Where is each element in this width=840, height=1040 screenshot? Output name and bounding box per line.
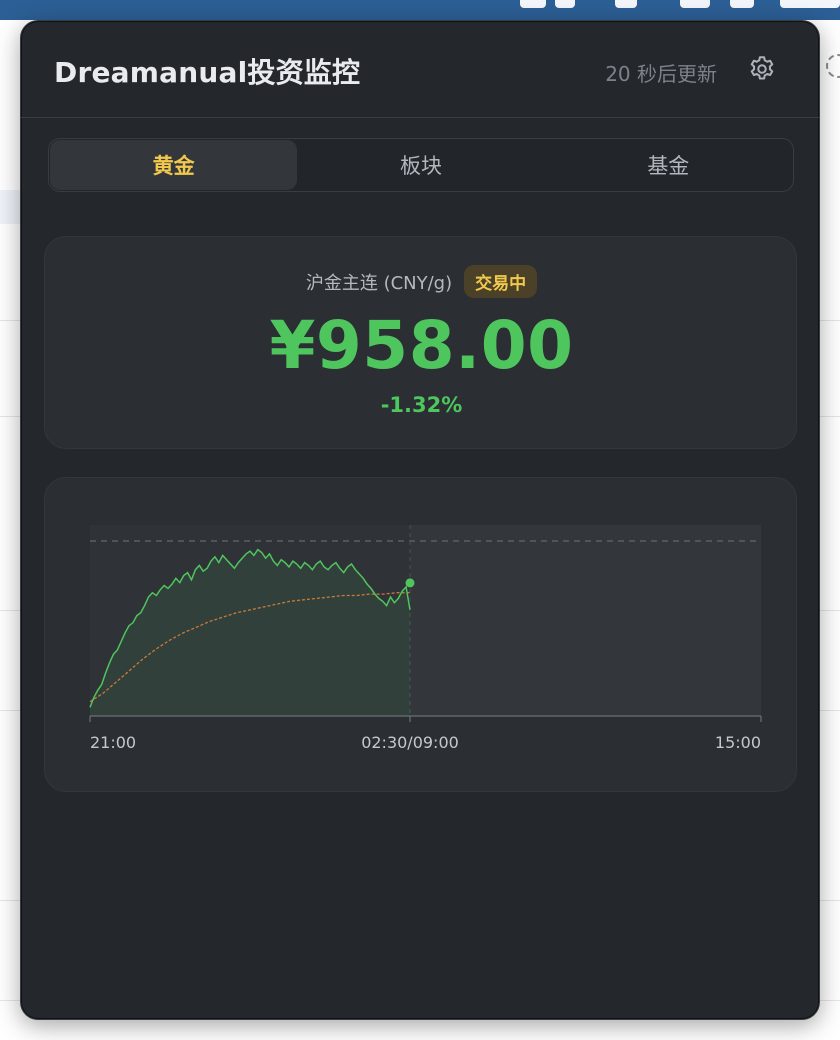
system-menubar [0,0,840,20]
tab-fund[interactable]: 基金 [545,140,792,190]
background-loading-icon [826,54,840,78]
menubar-status-icon [680,0,710,8]
x-axis-ticks: 21:00 02:30/09:00 15:00 [89,716,762,752]
refresh-countdown: 20 秒后更新 [605,62,717,86]
menubar-status-icon [615,0,637,8]
tab-sector[interactable]: 板块 [297,140,544,190]
price-change: -1.32% [380,393,463,417]
popover-header: Dreamanual投资监控 20 秒后更新 [21,21,819,118]
tab-gold[interactable]: 黄金 [50,140,298,190]
intraday-chart-card: 21:00 02:30/09:00 15:00 [44,477,797,792]
x-tick-session-break-label: 02:30/09:00 [361,733,459,752]
intraday-chart: 21:00 02:30/09:00 15:00 [89,525,762,752]
gear-icon[interactable] [747,54,777,84]
last-price-marker [405,578,415,588]
x-tick-end-label: 15:00 [715,733,761,752]
price-card: 沪金主连 (CNY/g) 交易中 ¥958.00 -1.32% [44,236,797,449]
menubar-status-icon [730,0,754,8]
app-title: Dreamanual投资监控 [54,56,361,89]
monitor-popover: Dreamanual投资监控 20 秒后更新 黄金 板块 基金 沪金主连 (CN… [20,20,820,1020]
menubar-status-icon [555,0,575,8]
current-price: ¥958.00 [269,307,574,384]
instrument-name: 沪金主连 (CNY/g) [305,272,453,294]
menubar-status-icon [520,0,546,8]
category-tabs: 黄金 板块 基金 [48,138,794,192]
quote-header: 沪金主连 (CNY/g) 交易中 [45,265,798,298]
x-tick-start-label: 21:00 [90,733,136,752]
chart-plot-area-session2 [410,525,761,716]
background-highlight [0,190,22,224]
menubar-status-icon [780,0,840,8]
status-badge: 交易中 [464,265,538,298]
